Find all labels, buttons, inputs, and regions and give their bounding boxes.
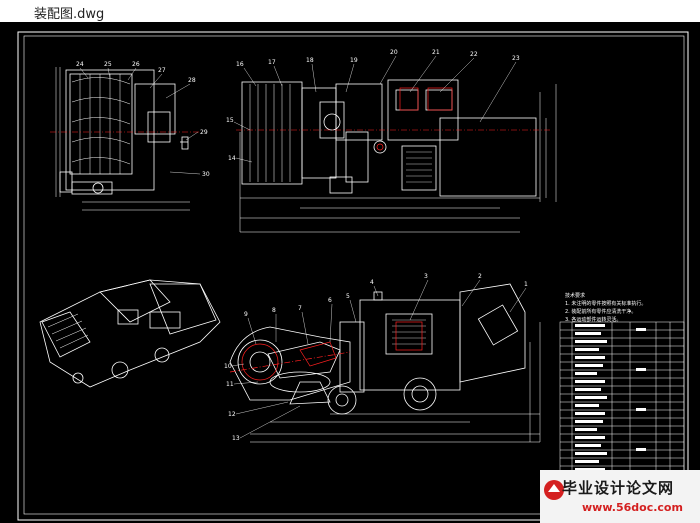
- front-view-highlights: [229, 321, 423, 381]
- callout-14: 14: [228, 155, 236, 162]
- callout-3: 3: [424, 273, 428, 280]
- drawing-canvas[interactable]: 24 25 26 27 28 29 30 16 17 18 19 20 21 2…: [0, 22, 700, 523]
- callout-13: 13: [232, 435, 240, 442]
- cad-drawing: 24 25 26 27 28 29 30 16 17 18 19 20 21 2…: [17, 31, 689, 521]
- isometric-view: [39, 279, 221, 388]
- callout-7: 7: [298, 305, 302, 312]
- callout-6: 6: [328, 297, 332, 304]
- notes-heading: 技术要求: [565, 293, 586, 299]
- callout-25: 25: [104, 61, 112, 68]
- window-titlebar: 装配图.dwg: [0, 0, 700, 22]
- callout-30: 30: [202, 171, 210, 178]
- callout-27: 27: [158, 67, 166, 74]
- side-view-right: [239, 79, 557, 233]
- callout-5: 5: [346, 293, 350, 300]
- parts-list-text: [575, 324, 646, 489]
- notes-line-3: 3. 各运动部件运转灵活。: [565, 317, 622, 323]
- technical-notes: 技术要求 1. 未注明的零件按照有关标准执行。 2. 装配前所有零件应清洗干净。…: [565, 292, 646, 324]
- callout-1: 1: [524, 281, 528, 288]
- callout-11: 11: [226, 381, 234, 388]
- callout-21: 21: [432, 49, 440, 56]
- watermark-url: www.56doc.com: [582, 501, 683, 514]
- callout-19: 19: [350, 57, 358, 64]
- callout-8: 8: [272, 307, 276, 314]
- callout-28: 28: [188, 77, 196, 84]
- callout-12: 12: [228, 411, 236, 418]
- callout-18: 18: [306, 57, 314, 64]
- notes-line-2: 2. 装配前所有零件应清洗干净。: [565, 309, 637, 315]
- callout-2: 2: [478, 273, 482, 280]
- window-title: 装配图.dwg: [34, 7, 105, 22]
- front-view: [229, 283, 541, 443]
- callout-20: 20: [390, 49, 398, 56]
- notes-line-1: 1. 未注明的零件按照有关标准执行。: [565, 301, 647, 307]
- callout-4: 4: [370, 279, 374, 286]
- callout-15: 15: [226, 117, 234, 124]
- callout-22: 22: [470, 51, 478, 58]
- leader-lines: [79, 55, 527, 439]
- callout-29: 29: [200, 129, 208, 136]
- callout-24: 24: [76, 61, 84, 68]
- callout-10: 10: [224, 363, 232, 370]
- site-watermark: 毕业设计论文网 www.56doc.com: [540, 470, 700, 523]
- callout-16: 16: [236, 61, 244, 68]
- callout-9: 9: [244, 311, 248, 318]
- side-view-left: [55, 67, 190, 211]
- callout-17: 17: [268, 59, 276, 66]
- callout-23: 23: [512, 55, 520, 62]
- callout-26: 26: [132, 61, 140, 68]
- watermark-site-name: 毕业设计论文网: [562, 479, 675, 497]
